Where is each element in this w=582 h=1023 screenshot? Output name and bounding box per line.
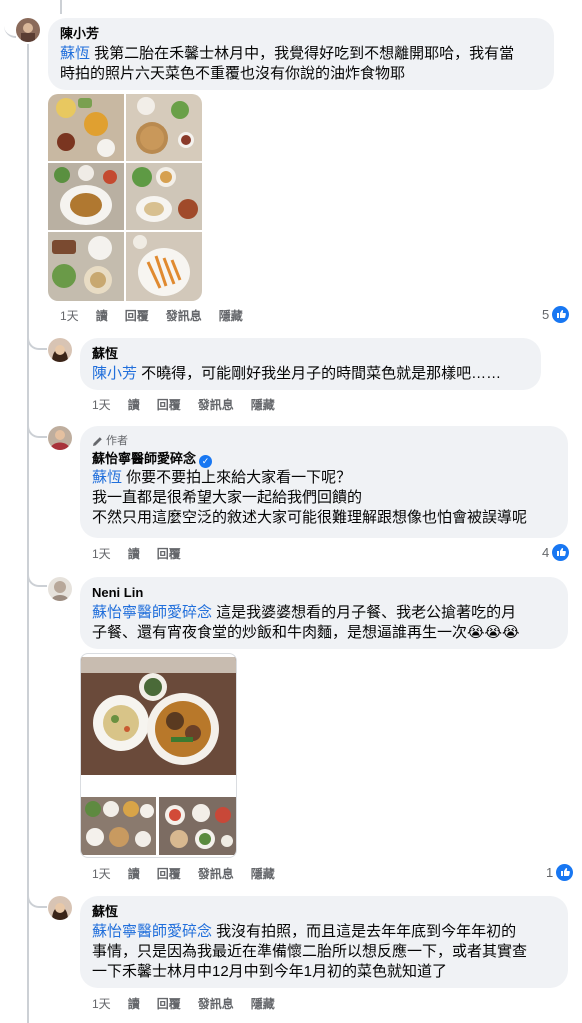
comment-author[interactable]: 蘇怡寧醫師愛碎念 ✓ — [92, 451, 556, 468]
read-button[interactable]: 讀 — [128, 865, 140, 882]
comment-author[interactable]: 蘇恆 — [92, 904, 556, 920]
timestamp[interactable]: 1天 — [92, 396, 111, 413]
read-button[interactable]: 讀 — [128, 396, 140, 413]
avatar[interactable] — [48, 896, 72, 920]
meal-photo[interactable] — [126, 232, 202, 301]
like-icon — [552, 305, 570, 323]
avatar[interactable] — [48, 426, 72, 450]
mention-link[interactable]: 陳小芳 — [92, 365, 137, 382]
reply-button[interactable]: 回覆 — [157, 865, 181, 882]
reaction-count[interactable]: 1 — [546, 863, 574, 881]
pencil-icon — [93, 436, 102, 446]
comment-author[interactable]: 陳小芳 — [60, 26, 542, 42]
timestamp[interactable]: 1天 — [92, 865, 111, 882]
comment-text: 蘇恆 我第二胎在禾馨士林月中，我覺得好吃到不想離開耶哈，我有當 時拍的照片六天菜… — [60, 45, 515, 82]
comment-text: 蘇怡寧醫師愛碎念 這是我婆婆想看的月子餐、我老公搶著吃的月 子餐、還有宵夜食堂的… — [92, 604, 520, 641]
reaction-count[interactable]: 4 — [542, 543, 570, 561]
comment-bubble: 作者 蘇怡寧醫師愛碎念 ✓ 蘇恆 你要不要拍上來給大家看一下呢？ 我一直都是很希望… — [80, 426, 568, 538]
photo-grid[interactable] — [48, 94, 202, 301]
thread-line — [27, 44, 29, 1023]
reply-thread-line — [60, 0, 62, 14]
comment-author[interactable]: 蘇恆 — [92, 346, 529, 362]
reply-button[interactable]: 回覆 — [125, 307, 149, 324]
message-button[interactable]: 發訊息 — [198, 865, 234, 882]
comment-text: 蘇怡寧醫師愛碎念 我沒有拍照，而且這是去年年底到今年年初的 事情，只是因為我最近… — [92, 923, 528, 980]
thread-connector — [4, 26, 16, 38]
verified-badge-icon: ✓ — [199, 455, 213, 468]
comment-actions: 1天 讀 回覆 — [92, 545, 198, 561]
reply-connector — [27, 888, 47, 908]
avatar[interactable] — [16, 18, 40, 42]
mention-link[interactable]: 蘇怡寧醫師愛碎念 — [92, 604, 212, 621]
comment-text: 陳小芳 不曉得，可能剛好我坐月子的時間菜色就是那樣吧…… — [92, 365, 502, 382]
hide-button[interactable]: 隱藏 — [219, 307, 243, 324]
mention-link[interactable]: 蘇恆 — [60, 45, 90, 62]
comment-actions: 1天 讀 回覆 發訊息 隱藏 — [92, 865, 292, 881]
comment-actions: 1天 讀 回覆 發訊息 隱藏 — [92, 396, 292, 412]
meal-photo[interactable] — [48, 232, 124, 301]
meal-photo[interactable] — [81, 797, 156, 855]
hide-button[interactable]: 隱藏 — [251, 995, 275, 1012]
meal-photo[interactable] — [159, 797, 236, 855]
meal-photo[interactable] — [48, 163, 124, 230]
hide-button[interactable]: 隱藏 — [251, 865, 275, 882]
reply-connector — [27, 418, 47, 438]
meal-photo[interactable] — [126, 163, 202, 230]
photo-attachment[interactable] — [80, 653, 237, 858]
message-button[interactable]: 發訊息 — [198, 396, 234, 413]
timestamp[interactable]: 1天 — [60, 307, 79, 324]
read-button[interactable]: 讀 — [96, 307, 108, 324]
read-button[interactable]: 讀 — [128, 995, 140, 1012]
author-badge: 作者 — [92, 434, 556, 448]
message-button[interactable]: 發訊息 — [198, 995, 234, 1012]
mention-link[interactable]: 蘇恆 — [92, 469, 122, 486]
reply-button[interactable]: 回覆 — [157, 545, 181, 562]
timestamp[interactable]: 1天 — [92, 545, 111, 562]
comment-bubble: Neni Lin 蘇怡寧醫師愛碎念 這是我婆婆想看的月子餐、我老公搶著吃的月 子… — [80, 577, 568, 649]
mention-link[interactable]: 蘇怡寧醫師愛碎念 — [92, 923, 212, 940]
comment-bubble: 蘇恆 陳小芳 不曉得，可能剛好我坐月子的時間菜色就是那樣吧…… — [80, 338, 541, 390]
comment-actions: 1天 讀 回覆 發訊息 隱藏 — [92, 995, 292, 1011]
comment-actions: 1天 讀 回覆 發訊息 隱藏 — [60, 307, 260, 323]
comment-text: 蘇恆 你要不要拍上來給大家看一下呢？ 我一直都是很希望大家一起給我們回饋的 不然… — [92, 469, 528, 526]
comment-bubble: 陳小芳 蘇恆 我第二胎在禾馨士林月中，我覺得好吃到不想離開耶哈，我有當 時拍的照… — [48, 18, 554, 90]
reply-connector — [27, 567, 47, 587]
timestamp[interactable]: 1天 — [92, 995, 111, 1012]
meal-photo[interactable] — [48, 94, 124, 161]
reply-button[interactable]: 回覆 — [157, 995, 181, 1012]
meal-photo[interactable] — [126, 94, 202, 161]
message-button[interactable]: 發訊息 — [166, 307, 202, 324]
reply-button[interactable]: 回覆 — [157, 396, 181, 413]
like-icon — [552, 543, 570, 561]
comment-author[interactable]: Neni Lin — [92, 585, 556, 601]
hide-button[interactable]: 隱藏 — [251, 396, 275, 413]
read-button[interactable]: 讀 — [128, 545, 140, 562]
avatar[interactable] — [48, 577, 72, 601]
reply-connector — [27, 330, 47, 350]
like-icon — [556, 863, 574, 881]
avatar[interactable] — [48, 338, 72, 362]
comment-bubble: 蘇恆 蘇怡寧醫師愛碎念 我沒有拍照，而且這是去年年底到今年年初的 事情，只是因為… — [80, 896, 568, 988]
meal-photo[interactable] — [81, 657, 236, 775]
reaction-count[interactable]: 5 — [542, 305, 570, 323]
